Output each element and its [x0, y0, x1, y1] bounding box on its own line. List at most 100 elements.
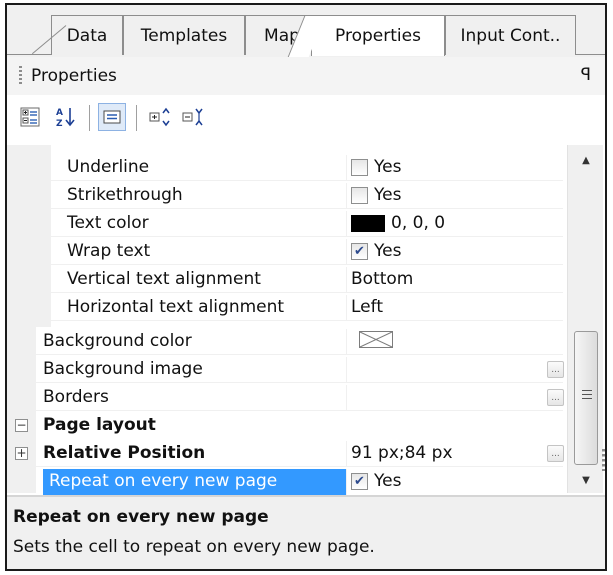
- description-title: Repeat on every new page: [13, 507, 269, 527]
- tab-templates[interactable]: Templates: [123, 15, 245, 55]
- property-value: ✔ Yes: [351, 241, 401, 261]
- text-color-swatch[interactable]: [351, 214, 385, 232]
- underline-checkbox[interactable]: [351, 158, 368, 176]
- row-divider: [36, 410, 563, 411]
- description-text: Sets the cell to repeat on every new pag…: [13, 537, 375, 557]
- column-divider: [346, 469, 347, 495]
- tab-strip: Data Templates Map Properties Input Cont…: [7, 5, 605, 57]
- tab-properties[interactable]: Properties: [311, 15, 445, 56]
- scroll-down-icon[interactable]: ▼: [568, 467, 604, 493]
- column-divider: [346, 155, 347, 181]
- text-color-value-text: 0, 0, 0: [391, 213, 446, 233]
- toolbar-separator: [136, 105, 137, 131]
- drag-grip-icon[interactable]: [19, 66, 22, 86]
- property-name: Text color: [67, 213, 149, 233]
- pin-icon[interactable]: ꟼ: [581, 65, 591, 85]
- property-row-borders[interactable]: Borders ...: [7, 385, 564, 411]
- property-row-relative-position[interactable]: + Relative Position 91 px;84 px ...: [7, 441, 564, 467]
- collapse-all-icon: [182, 108, 203, 126]
- borders-browse-button[interactable]: ...: [547, 389, 564, 406]
- property-value[interactable]: Bottom: [351, 269, 413, 289]
- toolbar-separator: [89, 105, 90, 131]
- property-row-horizontal-alignment[interactable]: Horizontal text alignment Left: [7, 295, 563, 321]
- row-divider: [36, 180, 563, 181]
- property-row-underline[interactable]: Underline Yes: [7, 155, 563, 181]
- underline-value-text: Yes: [374, 157, 402, 177]
- property-name: Wrap text: [67, 241, 151, 261]
- description-pane: Repeat on every new page Sets the cell t…: [7, 495, 605, 569]
- row-divider: [36, 292, 563, 293]
- category-name: Page layout: [43, 415, 156, 435]
- collapse-all-button[interactable]: [179, 103, 207, 131]
- property-value[interactable]: Left: [351, 297, 383, 317]
- property-row-text-color[interactable]: Text color 0, 0, 0: [7, 211, 563, 237]
- wrap-text-value-text: Yes: [374, 241, 402, 261]
- tab-data[interactable]: Data: [51, 15, 123, 55]
- tab-input-controls-label: Input Cont..: [460, 25, 561, 46]
- no-color-cross: [359, 331, 393, 348]
- property-row-vertical-alignment[interactable]: Vertical text alignment Bottom: [7, 267, 563, 293]
- background-image-browse-button[interactable]: ...: [547, 361, 564, 378]
- repeat-value-text: Yes: [374, 471, 402, 491]
- property-value: Yes: [351, 185, 401, 205]
- property-row-background-color[interactable]: Background color: [7, 329, 563, 355]
- column-divider: [346, 267, 347, 293]
- column-divider: [346, 295, 347, 321]
- property-value: 0, 0, 0: [351, 213, 445, 233]
- expand-icon[interactable]: +: [15, 447, 28, 460]
- row-divider: [36, 208, 563, 209]
- expand-all-button[interactable]: [146, 103, 174, 131]
- properties-window: Data Templates Map Properties Input Cont…: [5, 3, 607, 571]
- property-name: Borders: [43, 387, 109, 407]
- property-name: Repeat on every new page: [49, 471, 278, 491]
- row-divider: [36, 264, 563, 265]
- property-value: ✔ Yes: [351, 471, 401, 491]
- scroll-thumb[interactable]: [574, 331, 598, 465]
- property-row-repeat-every-page[interactable]: Repeat on every new page ✔ Yes: [7, 469, 563, 495]
- property-value[interactable]: 91 px;84 px: [351, 443, 453, 463]
- tab-properties-label: Properties: [335, 26, 421, 46]
- tab-input-controls[interactable]: Input Cont..: [445, 15, 576, 55]
- tab-data-label: Data: [66, 25, 108, 46]
- wrap-text-checkbox[interactable]: ✔: [351, 242, 368, 260]
- property-row-strikethrough[interactable]: Strikethrough Yes: [7, 183, 563, 209]
- property-name: Horizontal text alignment: [67, 297, 285, 317]
- row-divider: [36, 382, 563, 383]
- collapse-icon[interactable]: −: [15, 419, 28, 432]
- properties-toolbar: A Z: [7, 95, 605, 143]
- property-name: Underline: [67, 157, 150, 177]
- panel-title: Properties: [31, 66, 117, 86]
- strikethrough-value-text: Yes: [374, 185, 402, 205]
- property-grid: Underline Yes Strikethrough Yes Text col…: [7, 145, 605, 495]
- splitter-grip-icon[interactable]: [602, 449, 605, 471]
- relative-position-browse-button[interactable]: ...: [547, 445, 564, 462]
- column-divider: [346, 239, 347, 265]
- column-divider: [346, 441, 347, 467]
- property-value: Yes: [351, 157, 401, 177]
- svg-text:Z: Z: [56, 119, 63, 128]
- property-row-wrap-text[interactable]: Wrap text ✔ Yes: [7, 239, 563, 265]
- no-color-icon[interactable]: [359, 331, 393, 348]
- property-name: Vertical text alignment: [67, 269, 261, 289]
- row-divider: [36, 354, 563, 355]
- scroll-up-icon[interactable]: ▲: [568, 147, 604, 173]
- row-divider: [36, 320, 563, 321]
- property-pages-button[interactable]: [98, 103, 126, 131]
- expand-all-icon: [149, 107, 170, 127]
- column-divider: [346, 211, 347, 237]
- property-name: Background image: [43, 359, 203, 379]
- vertical-scrollbar[interactable]: ▲ ▼: [567, 145, 603, 493]
- repeat-every-page-checkbox[interactable]: ✔: [351, 472, 368, 490]
- categorized-view-icon: [20, 107, 40, 127]
- strikethrough-checkbox[interactable]: [351, 186, 368, 204]
- column-divider: [346, 329, 347, 355]
- alphabetical-sort-icon: A Z: [56, 108, 75, 128]
- row-divider: [36, 466, 563, 467]
- alphabetical-sort-button[interactable]: A Z: [51, 103, 79, 131]
- categorized-view-button[interactable]: [16, 103, 44, 131]
- property-name: Relative Position: [43, 443, 206, 463]
- property-name: Background color: [43, 331, 192, 351]
- property-row-background-image[interactable]: Background image ...: [7, 357, 564, 383]
- category-row-page-layout[interactable]: − Page layout: [7, 413, 563, 439]
- column-divider: [346, 183, 347, 209]
